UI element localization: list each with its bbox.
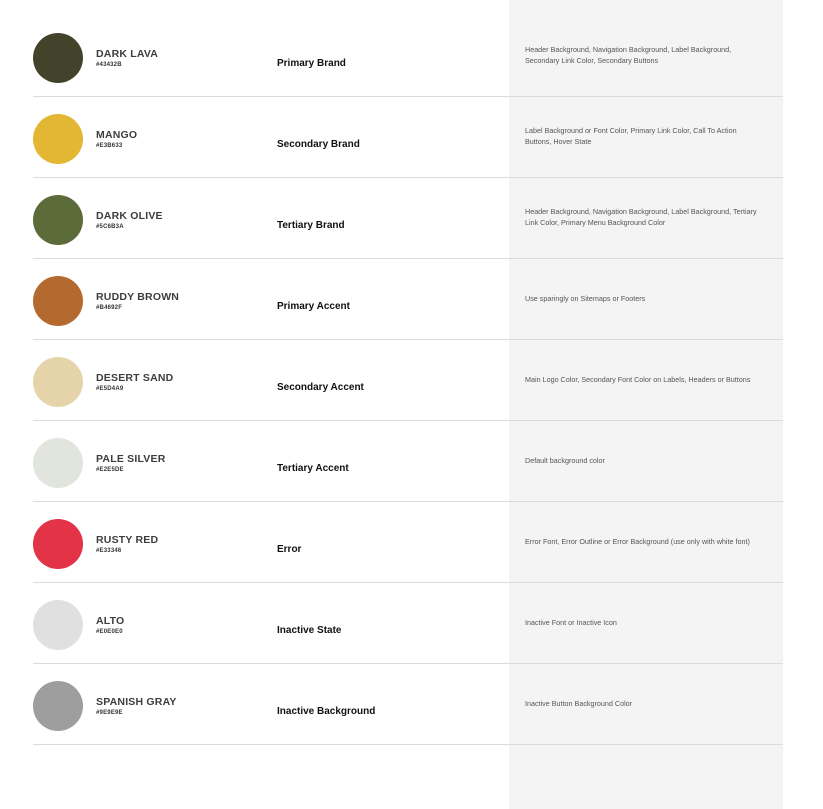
color-usage: Default background color <box>525 421 757 501</box>
color-name: DARK OLIVE <box>96 210 163 222</box>
color-hex-code: #5C6B3A <box>96 224 124 230</box>
color-role: Primary Accent <box>277 301 350 312</box>
color-hex-code: #E3B633 <box>96 143 123 149</box>
color-hex-code: #9E9E9E <box>96 710 123 716</box>
color-name: MANGO <box>96 129 138 141</box>
color-usage-text: Error Font, Error Outline or Error Backg… <box>525 536 750 546</box>
color-swatch <box>33 438 83 488</box>
color-usage-text: Default background color <box>525 455 605 465</box>
color-usage-text: Main Logo Color, Secondary Font Color on… <box>525 374 751 384</box>
palette-row-dark-lava: DARK LAVA #43432B Primary Brand Header B… <box>33 16 783 97</box>
color-hex-code: #E33346 <box>96 548 122 554</box>
color-usage-text: Inactive Font or Inactive Icon <box>525 617 617 627</box>
palette-row-desert-sand: DESERT SAND #E5D4A9 Secondary Accent Mai… <box>33 340 783 421</box>
color-name: SPANISH GRAY <box>96 696 177 708</box>
color-name: ALTO <box>96 615 125 627</box>
color-hex-code: #E2E5DE <box>96 467 124 473</box>
palette-row-rusty-red: RUSTY RED #E33346 Error Error Font, Erro… <box>33 502 783 583</box>
color-role: Secondary Accent <box>277 382 364 393</box>
color-name: DARK LAVA <box>96 48 159 60</box>
color-swatch <box>33 519 83 569</box>
color-usage: Use sparingly on Sitemaps or Footers <box>525 259 757 339</box>
color-hex-code: #E0E0E0 <box>96 629 123 635</box>
color-usage: Header Background, Navigation Background… <box>525 178 757 258</box>
color-role: Secondary Brand <box>277 139 360 150</box>
color-usage-text: Header Background, Navigation Background… <box>525 45 732 65</box>
color-role: Tertiary Brand <box>277 220 345 231</box>
color-usage: Error Font, Error Outline or Error Backg… <box>525 502 757 582</box>
color-swatch <box>33 276 83 326</box>
color-swatch <box>33 357 83 407</box>
color-swatch <box>33 33 83 83</box>
color-role: Tertiary Accent <box>277 463 349 474</box>
color-swatch <box>33 195 83 245</box>
color-hex-code: #43432B <box>96 62 122 68</box>
color-usage-text: Use sparingly on Sitemaps or Footers <box>525 293 646 303</box>
color-role: Primary Brand <box>277 58 346 69</box>
palette-row-mango: MANGO #E3B633 Secondary Brand Label Back… <box>33 97 783 178</box>
color-usage-text: Header Background, Navigation Background… <box>525 207 757 227</box>
color-swatch <box>33 681 83 731</box>
color-usage: Label Background or Font Color, Primary … <box>525 97 757 177</box>
color-usage: Header Background, Navigation Background… <box>525 16 757 96</box>
color-swatch <box>33 600 83 650</box>
color-role: Inactive State <box>277 625 342 636</box>
color-role: Error <box>277 544 302 555</box>
color-palette-list: DARK LAVA #43432B Primary Brand Header B… <box>33 16 783 745</box>
color-hex-code: #E5D4A9 <box>96 386 124 392</box>
color-usage: Inactive Font or Inactive Icon <box>525 583 757 663</box>
color-role: Inactive Background <box>277 706 376 717</box>
palette-row-dark-olive: DARK OLIVE #5C6B3A Tertiary Brand Header… <box>33 178 783 259</box>
color-usage-text: Inactive Button Background Color <box>525 698 633 708</box>
color-name: PALE SILVER <box>96 453 166 465</box>
color-name: DESERT SAND <box>96 372 174 384</box>
color-name: RUDDY BROWN <box>96 291 180 303</box>
color-name: RUSTY RED <box>96 534 159 546</box>
palette-row-alto: ALTO #E0E0E0 Inactive State Inactive Fon… <box>33 583 783 664</box>
palette-row-spanish-gray: SPANISH GRAY #9E9E9E Inactive Background… <box>33 664 783 745</box>
color-hex-code: #B4692F <box>96 305 123 311</box>
color-usage-text: Label Background or Font Color, Primary … <box>525 126 737 146</box>
palette-row-ruddy-brown: RUDDY BROWN #B4692F Primary Accent Use s… <box>33 259 783 340</box>
color-swatch <box>33 114 83 164</box>
palette-row-pale-silver: PALE SILVER #E2E5DE Tertiary Accent Defa… <box>33 421 783 502</box>
color-usage: Inactive Button Background Color <box>525 664 757 744</box>
color-usage: Main Logo Color, Secondary Font Color on… <box>525 340 757 420</box>
